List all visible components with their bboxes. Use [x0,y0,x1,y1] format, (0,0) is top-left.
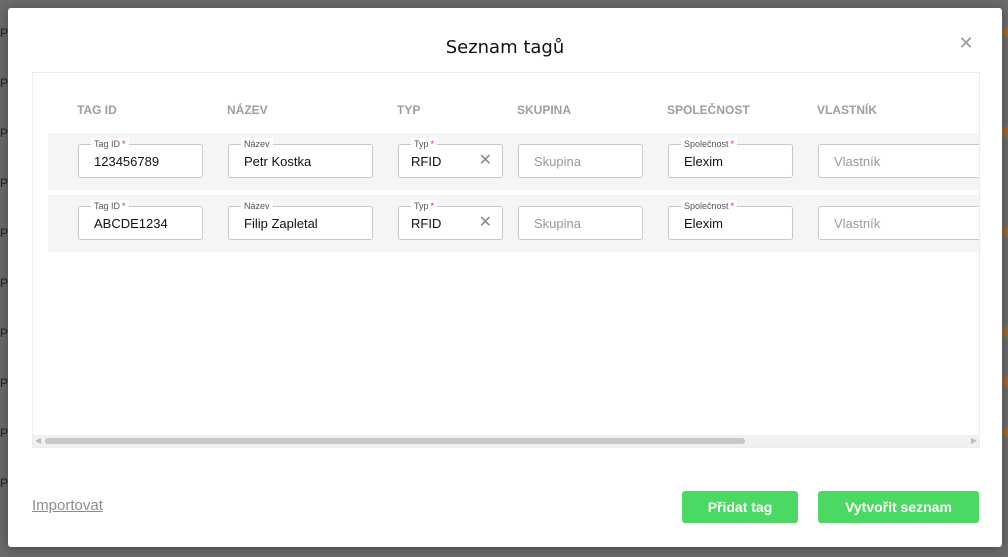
column-header-name: NÁZEV [227,103,268,117]
bg-avatar [1002,126,1008,138]
field-label: Typ [414,201,429,211]
type-select[interactable]: Typ * RFID ✕ [398,200,503,240]
clear-icon[interactable]: ✕ [479,213,492,231]
company-value: Elexim [684,216,724,231]
required-mark: * [122,201,126,211]
tag-table: TAG ID NÁZEV TYP SKUPINA SPOLEČNOST VLAS… [32,72,980,448]
clear-icon[interactable]: ✕ [479,151,492,169]
column-header-type: TYP [397,103,421,117]
tag-list-modal: Seznam tagů ✕ TAG ID NÁZEV TYP SKUPINA S… [8,8,1002,547]
scroll-right-icon[interactable]: ▶ [971,436,977,445]
field-label: Název [244,201,270,211]
bg-text: P [0,426,9,440]
owner-field[interactable]: Vlastník [818,206,979,240]
tag-id-value: ABCDE1234 [94,216,168,231]
field-label: Název [244,139,270,149]
bg-text: P [0,376,9,390]
scroll-left-icon[interactable]: ◀ [35,436,41,445]
company-field[interactable]: Společnost * Elexim [668,138,793,178]
company-field[interactable]: Společnost * Elexim [668,200,793,240]
close-icon[interactable]: ✕ [958,35,974,53]
tag-id-field[interactable]: Tag ID * 123456789 [78,138,203,178]
import-link[interactable]: Importovat [32,497,103,514]
group-placeholder: Skupina [534,216,581,231]
field-label: Typ [414,139,429,149]
name-value: Filip Zapletal [244,216,318,231]
type-value: RFID [411,216,442,231]
bg-text: P [0,76,9,90]
add-tag-button[interactable]: Přidat tag [682,491,798,523]
tag-id-field[interactable]: Tag ID * ABCDE1234 [78,200,203,240]
name-value: Petr Kostka [244,154,312,169]
bg-text: P [0,126,9,140]
owner-placeholder: Vlastník [834,154,881,169]
horizontal-scrollbar[interactable]: ◀ ▶ [33,435,979,447]
type-select[interactable]: Typ * RFID ✕ [398,138,503,178]
type-value: RFID [411,154,442,169]
bg-text: P [0,276,9,290]
required-mark: * [730,139,735,149]
column-header-group: SKUPINA [517,103,572,117]
name-field[interactable]: Název Filip Zapletal [228,200,373,240]
owner-field[interactable]: Vlastník [818,144,979,178]
bg-text: P [0,326,9,340]
name-field[interactable]: Název Petr Kostka [228,138,373,178]
table-row: Tag ID * ABCDE1234 Název Filip Zapletal T… [48,195,979,252]
field-label: Tag ID [94,201,121,211]
field-label: Společnost [684,139,729,149]
create-list-button[interactable]: Vytvořit seznam [818,491,979,523]
required-mark: * [430,201,435,211]
modal-title: Seznam tagů [445,37,565,58]
owner-placeholder: Vlastník [834,216,881,231]
bg-avatar [1002,326,1008,338]
bg-avatar [1002,376,1008,388]
bg-text: P [0,26,9,40]
bg-text: P [0,226,9,240]
bg-avatar [1002,426,1008,438]
required-mark: * [122,139,126,149]
column-header-tag-id: TAG ID [77,103,117,117]
group-placeholder: Skupina [534,154,581,169]
required-mark: * [430,139,435,149]
column-header-owner: VLASTNÍK [817,103,877,117]
bg-text: P [0,476,9,490]
table-row: Tag ID * 123456789 Název Petr Kostka Typ *… [48,133,979,190]
bg-text: P [0,176,9,190]
required-mark: * [730,201,735,211]
field-label: Tag ID [94,139,121,149]
group-field[interactable]: Skupina [518,206,643,240]
scrollbar-thumb[interactable] [45,438,745,444]
bg-avatar [1002,226,1008,238]
column-header-company: SPOLEČNOST [667,103,750,117]
field-label: Společnost [684,201,729,211]
company-value: Elexim [684,154,724,169]
group-field[interactable]: Skupina [518,144,643,178]
bg-avatar [1002,26,1008,38]
tag-id-value: 123456789 [94,154,160,169]
table-header: TAG ID NÁZEV TYP SKUPINA SPOLEČNOST VLAS… [33,103,979,119]
